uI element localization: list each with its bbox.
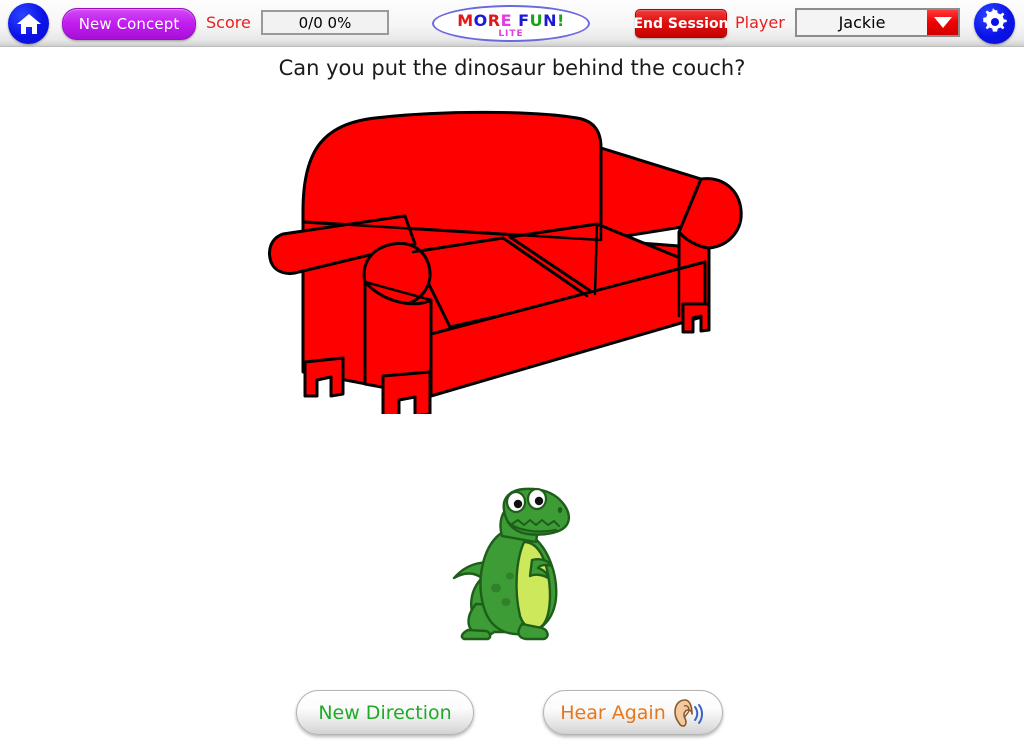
logo-subtitle: LITE [498,29,524,39]
score-label: Score [206,13,251,32]
hear-again-label: Hear Again [560,701,666,724]
logo-letter-1: O [473,11,488,30]
end-session-label: End Session [633,15,729,32]
couch-object[interactable] [265,104,755,418]
score-display: 0/0 0% [261,10,389,35]
chevron-down-icon[interactable] [927,10,958,35]
score-value: 0/0 0% [298,13,352,32]
new-direction-label: New Direction [318,701,452,724]
ear-icon [672,698,706,728]
new-concept-label: New Concept [78,15,180,33]
logo-letter-2: R [487,11,501,30]
logo-letter-0: M [457,11,474,30]
logo-letter-7: N [543,11,557,30]
logo-title: MORE FUN! [434,11,588,30]
top-toolbar: New Concept Score 0/0 0% MORE FUN! LITE … [0,0,1024,47]
more-fun-logo[interactable]: MORE FUN! LITE [432,5,590,42]
player-selected-value: Jackie [838,13,886,32]
new-concept-button[interactable]: New Concept [62,8,196,40]
player-label: Player [735,13,785,32]
settings-button[interactable] [974,3,1015,44]
activity-stage[interactable] [0,96,1024,676]
new-direction-button[interactable]: New Direction [296,690,474,735]
hear-again-button[interactable]: Hear Again [543,690,723,735]
prompt-text: Can you put the dinosaur behind the couc… [278,56,746,80]
player-dropdown[interactable]: Jackie [795,8,960,37]
home-icon [16,12,42,36]
logo-letter-5: F [518,11,530,30]
logo-letter-3: E [500,11,513,30]
app-root: New Concept Score 0/0 0% MORE FUN! LITE … [0,0,1024,748]
home-button[interactable] [8,3,49,44]
gear-icon [981,7,1009,40]
logo-letter-8: ! [556,11,565,30]
dinosaur-object[interactable] [440,486,580,650]
end-session-button[interactable]: End Session [633,9,729,38]
logo-letter-6: U [529,11,544,30]
